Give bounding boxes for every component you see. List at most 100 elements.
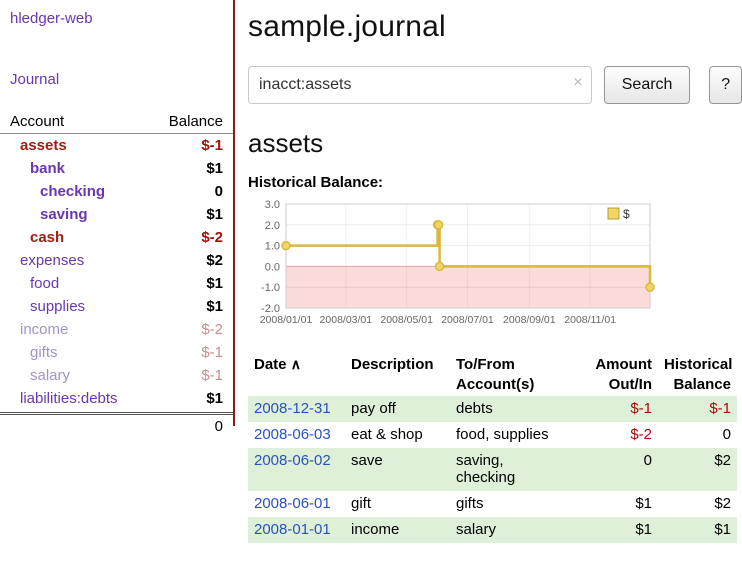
svg-text:2008/05/01: 2008/05/01: [380, 314, 433, 326]
account-row-saving: saving $1: [0, 203, 233, 226]
account-row-cash: cash $-2: [0, 226, 233, 249]
svg-text:1.0: 1.0: [265, 241, 280, 253]
svg-text:0.0: 0.0: [265, 261, 280, 273]
account-balance: $-1: [201, 137, 223, 154]
account-link-supplies[interactable]: supplies: [10, 298, 85, 315]
sidebar: hledger-web Journal Account Balance asse…: [0, 0, 233, 438]
main-content: sample.journal × Search ? assets Histori…: [235, 0, 742, 543]
account-row-checking: checking 0: [0, 180, 233, 203]
transaction-amount: $-1: [580, 396, 658, 422]
svg-text:2008/01/01: 2008/01/01: [260, 314, 313, 326]
account-balance: $1: [206, 206, 223, 223]
account-row-bank: bank $1: [0, 157, 233, 180]
transaction-accounts: debts: [450, 396, 580, 422]
svg-text:-1.0: -1.0: [261, 282, 280, 294]
account-balance: $1: [206, 275, 223, 292]
sort-ascending-icon: ∧: [291, 356, 301, 372]
transaction-description: income: [345, 517, 450, 543]
account-balance: $2: [206, 252, 223, 269]
account-row-gifts: gifts $-1: [0, 341, 233, 364]
account-row-assets: assets $-1: [0, 134, 233, 157]
account-link-cash[interactable]: cash: [10, 229, 64, 246]
account-link-salary[interactable]: salary: [10, 367, 70, 384]
transaction-date-cell: 2008-06-02: [248, 448, 345, 491]
clear-search-icon[interactable]: ×: [573, 75, 582, 91]
search-input[interactable]: [248, 66, 592, 104]
register-row: 2008-01-01 income salary $1 $1: [248, 517, 737, 543]
transaction-description: eat & shop: [345, 422, 450, 448]
transaction-date-cell: 2008-06-03: [248, 422, 345, 448]
transaction-amount: $1: [580, 491, 658, 517]
svg-text:2008/07/01: 2008/07/01: [441, 314, 494, 326]
account-link-assets[interactable]: assets: [10, 137, 67, 154]
accounts-header-balance: Balance: [169, 113, 223, 130]
account-row-supplies: supplies $1: [0, 295, 233, 318]
account-link-food[interactable]: food: [10, 275, 59, 292]
account-balance: $1: [206, 298, 223, 315]
transaction-date-link[interactable]: 2008-12-31: [254, 400, 331, 417]
account-row-food: food $1: [0, 272, 233, 295]
transaction-amount: $1: [580, 517, 658, 543]
accounts-total-value: 0: [215, 418, 223, 435]
transaction-date-link[interactable]: 2008-06-01: [254, 495, 331, 512]
accounts-total-row: 0: [0, 412, 233, 438]
help-button[interactable]: ?: [709, 66, 742, 104]
register-header-row: Date ∧ Description To/From Account(s) Am…: [248, 353, 737, 396]
accounts-table-header: Account Balance: [0, 110, 233, 134]
svg-text:2008/03/01: 2008/03/01: [320, 314, 373, 326]
search-button[interactable]: Search: [604, 66, 691, 104]
sidebar-item-journal[interactable]: Journal: [0, 71, 233, 88]
account-balance: $1: [206, 160, 223, 177]
register-table: Date ∧ Description To/From Account(s) Am…: [248, 353, 737, 543]
account-balance: $-1: [201, 344, 223, 361]
transaction-balance: $-1: [658, 396, 737, 422]
transaction-date-link[interactable]: 2008-01-01: [254, 521, 331, 538]
app-title-link[interactable]: hledger-web: [0, 0, 233, 27]
transaction-date-link[interactable]: 2008-06-02: [254, 452, 331, 469]
svg-text:$: $: [623, 207, 630, 221]
column-header-date[interactable]: Date ∧: [248, 353, 345, 396]
transaction-description: gift: [345, 491, 450, 517]
transaction-date-cell: 2008-06-01: [248, 491, 345, 517]
account-balance: 0: [215, 183, 223, 200]
transaction-accounts: salary: [450, 517, 580, 543]
transaction-date-cell: 2008-12-31: [248, 396, 345, 422]
account-heading: assets: [248, 128, 742, 159]
register-row: 2008-06-01 gift gifts $1 $2: [248, 491, 737, 517]
column-header-description: Description: [345, 353, 450, 396]
transaction-accounts: gifts: [450, 491, 580, 517]
account-link-liabilities-debts[interactable]: liabilities:debts: [10, 390, 118, 407]
svg-text:2.0: 2.0: [265, 220, 280, 232]
account-row-liabilities-debts: liabilities:debts $1: [0, 387, 233, 410]
page-title: sample.journal: [248, 10, 742, 44]
transaction-accounts: food, supplies: [450, 422, 580, 448]
account-link-income[interactable]: income: [10, 321, 68, 338]
transaction-description: save: [345, 448, 450, 491]
column-header-amount: Amount Out/In: [580, 353, 658, 396]
account-link-checking[interactable]: checking: [10, 183, 105, 200]
account-balance: $-2: [201, 229, 223, 246]
transaction-amount: 0: [580, 448, 658, 491]
transaction-date-cell: 2008-01-01: [248, 517, 345, 543]
transaction-balance: $1: [658, 517, 737, 543]
register-row: 2008-06-02 save saving, checking 0 $2: [248, 448, 737, 491]
search-input-wrap: ×: [248, 66, 592, 104]
transaction-balance: $2: [658, 491, 737, 517]
column-header-balance: Historical Balance: [658, 353, 737, 396]
account-row-expenses: expenses $2: [0, 249, 233, 272]
transaction-description: pay off: [345, 396, 450, 422]
column-header-account: To/From Account(s): [450, 353, 580, 396]
chart-title: Historical Balance:: [248, 174, 742, 191]
historical-balance-chart: 3.02.01.00.0-1.0-2.02008/01/012008/03/01…: [248, 196, 660, 338]
account-row-salary: salary $-1: [0, 364, 233, 387]
transaction-balance: 0: [658, 422, 737, 448]
svg-text:3.0: 3.0: [265, 199, 280, 211]
date-header-label: Date: [254, 356, 287, 373]
account-row-income: income $-2: [0, 318, 233, 341]
account-link-saving[interactable]: saving: [10, 206, 88, 223]
account-link-gifts[interactable]: gifts: [10, 344, 58, 361]
transaction-date-link[interactable]: 2008-06-03: [254, 426, 331, 443]
account-balance: $-2: [201, 321, 223, 338]
account-link-bank[interactable]: bank: [10, 160, 65, 177]
account-link-expenses[interactable]: expenses: [10, 252, 84, 269]
